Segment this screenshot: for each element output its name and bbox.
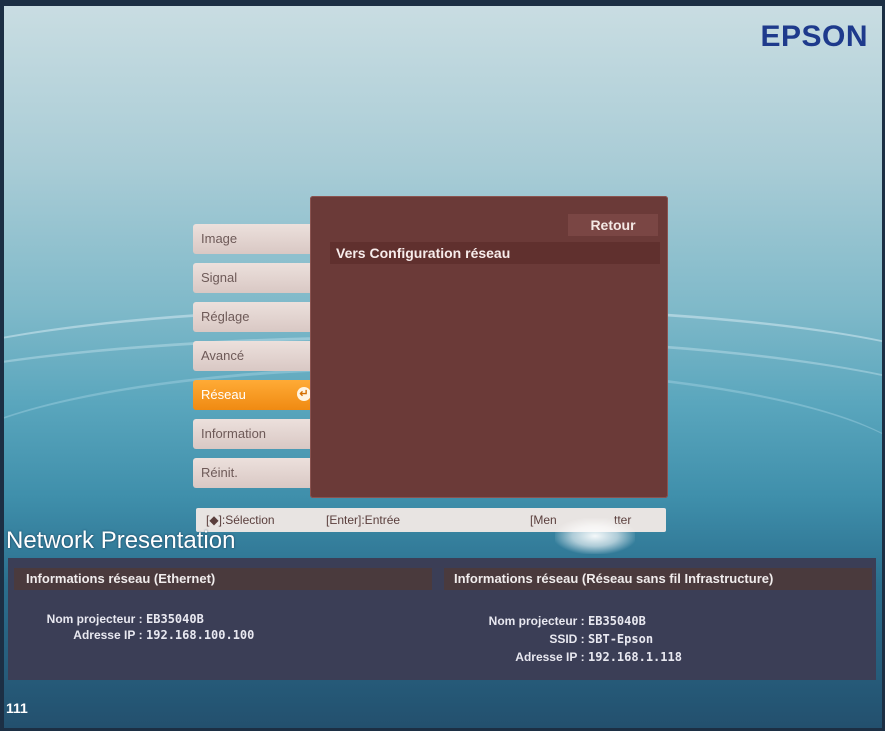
return-button[interactable]: Retour [568,214,658,236]
tab-label: Réinit. [201,465,238,480]
enter-arrow-icon: ↵ [297,387,311,401]
tab-label: Image [201,231,238,246]
tab-label: Réglage [201,309,250,324]
network-presentation-title: Network Presentation [6,527,236,554]
tab-label: Avancé [201,348,245,363]
row-value: 192.168.100.100 [146,628,255,642]
row-value: 192.168.1.118 [588,650,682,664]
tab-reglage[interactable]: Réglage [193,302,311,332]
hint-menu: [Men [530,513,557,527]
row-label: Adresse IP [73,628,136,642]
tab-image[interactable]: Image [193,224,311,254]
submenu-panel: Retour Vers Configuration réseau [310,196,668,498]
hint-enter: [Enter]:Entrée [326,513,401,527]
wireless-heading: Informations réseau (Réseau sans fil Inf… [444,568,872,590]
tab-label: Information [201,426,267,441]
tab-signal[interactable]: Signal [193,263,311,293]
tab-label: Réseau [201,387,246,402]
colon-separator: : [577,650,589,664]
brand-logo: EPSON [760,20,868,53]
tab-reseau[interactable]: Réseau ↵ [193,380,319,410]
wireless-row: Adresse IP : 192.168.1.118 [440,636,682,678]
tab-label: Signal [201,270,238,285]
ethernet-row: Adresse IP : 192.168.100.100 [22,614,254,656]
tab-avance[interactable]: Avancé [193,341,311,371]
network-config-item[interactable]: Vers Configuration réseau [330,242,660,264]
row-label: Adresse IP [515,650,578,664]
tab-reinit[interactable]: Réinit. [193,458,311,488]
page-number: 111 [6,700,28,716]
light-glare [555,518,635,554]
colon-separator: : [135,628,147,642]
network-info-box: Informations réseau (Ethernet) Informati… [8,558,876,680]
tab-information[interactable]: Information [193,419,311,449]
ethernet-heading: Informations réseau (Ethernet) [14,568,432,590]
